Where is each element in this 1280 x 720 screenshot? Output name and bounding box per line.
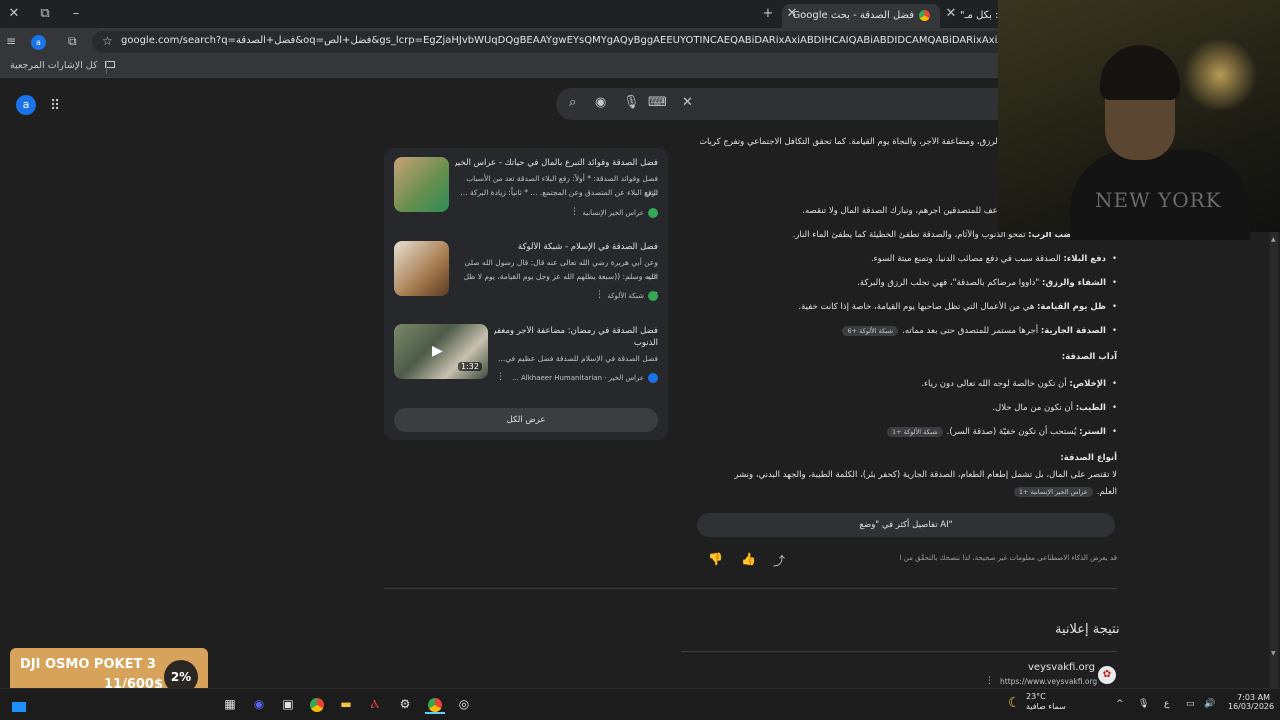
volume-icon[interactable]: 🔊 [1204, 699, 1215, 709]
bullet-adab-1: الإخلاص: أن تكون خالصة لوجه الله تعالى د… [700, 379, 1117, 389]
start-icon[interactable] [12, 702, 26, 712]
bullet-3: الشفاء والرزق: "داووا مرضاكم بالصدقة"، ف… [700, 278, 1117, 288]
adab-heading: آداب الصدقة: [1061, 352, 1117, 362]
tab-close-icon-2[interactable]: ✕ [941, 4, 961, 24]
more-options-icon[interactable]: ⋮ [496, 372, 505, 382]
extensions-icon[interactable]: ⧉ [68, 34, 77, 49]
types-line-1: لا تقتصر على المال، بل تشمل إطعام الطعام… [734, 470, 1117, 480]
file-explorer-icon[interactable]: ▬ [336, 694, 356, 714]
ai-disclaimer: قد يعرض الذكاء الاصطناعي معلومات غير صحي… [900, 554, 1117, 562]
bookmark-star-icon[interactable]: ☆ [102, 34, 113, 48]
apps-grid-icon[interactable]: ⠿ [50, 98, 60, 114]
keyboard-icon[interactable]: ⌨ [648, 95, 667, 110]
search-icon[interactable]: ⌕ [569, 95, 576, 110]
thumbs-up-icon[interactable]: 👍 [741, 552, 756, 566]
bullet-adab-3: الستر: يُستحب أن تكون خفيّة (صدقة السر).… [700, 427, 1117, 437]
share-icon[interactable]: ⤴ [773, 552, 785, 569]
types-line-2: العلم.عراس الخير الإنسانية +1 [700, 487, 1117, 497]
scroll-up-icon[interactable]: ▲ [1271, 236, 1276, 243]
scrollbar-track[interactable] [1270, 232, 1278, 688]
ad-site-name[interactable]: veysvakfi.org [1028, 662, 1095, 673]
donation-goal-title: DJI OSMO POKET 3 [20, 657, 156, 672]
obs-icon[interactable]: ◎ [454, 694, 474, 714]
ad-divider [681, 651, 1117, 652]
more-options-icon[interactable]: ⋮ [595, 290, 604, 300]
webcam-lamp [1180, 40, 1260, 110]
lens-icon[interactable]: ◉ [595, 95, 606, 110]
adobe-icon[interactable]: Ⲁ [365, 694, 385, 714]
citation-chip[interactable]: عراس الخير الإنسانية +1 [1013, 487, 1093, 497]
card-title-3b[interactable]: الذنوب [494, 338, 658, 348]
play-icon[interactable]: ▶ [432, 343, 443, 359]
answer-line-top2: اعف للمتصدقين أجرهم، وتبارك الصدقة المال… [802, 206, 1000, 216]
clear-search-icon[interactable]: ✕ [682, 95, 693, 110]
language-indicator[interactable]: ع [1164, 699, 1169, 709]
thumbs-down-icon[interactable]: 👎 [708, 552, 723, 566]
types-heading: أنواع الصدقة: [1060, 453, 1117, 463]
card-snippet-1b: ترفع البلاء عن المتصدق وعن المجتمع. ... … [460, 188, 658, 197]
card-title-3[interactable]: فضل الصدقة في رمضان: مضاعفة الأجر ومغفرة [494, 326, 658, 336]
video-duration: 1:32 [458, 362, 482, 371]
taskbar [0, 688, 1280, 720]
card-snippet-3: فضل الصدقة في الإسلام للصدقة فضل عظيم في… [498, 354, 658, 363]
ad-site-url[interactable]: https://www.veysvakfi.org [1000, 677, 1097, 686]
restore-icon[interactable]: ⧉ [35, 4, 55, 24]
source-favicon-icon [648, 208, 658, 218]
network-icon[interactable]: ▭ [1186, 699, 1195, 709]
card-source-2[interactable]: شبكة الألوكة [600, 291, 658, 301]
clock[interactable]: 7:03 AM 16/03/2026 [1228, 693, 1274, 711]
card-title-1[interactable]: فضل الصدقة وفوائد التبرع بالمال في حياتك… [455, 158, 658, 168]
steam-icon[interactable]: ⚙ [395, 694, 415, 714]
card-source-1[interactable]: عراس الخير الإنسانية [570, 208, 658, 218]
tab-prev[interactable]: "بكل مـ :oa [960, 4, 1000, 28]
menu-icon[interactable]: ≡ [6, 34, 16, 48]
all-bookmarks-link[interactable]: كل الإشارات المرجعية [10, 60, 115, 71]
source-favicon-icon [648, 373, 658, 383]
bullet-4: ظل يوم القيامة: هي من الأعمال التي تظل ص… [700, 302, 1117, 312]
more-options-icon[interactable]: ⋮ [985, 676, 994, 686]
card-title-2[interactable]: فضل الصدقة في الإسلام - شبكة الألوكة [455, 242, 658, 252]
card-thumbnail-1[interactable] [394, 157, 449, 212]
close-icon[interactable]: ✕ [4, 4, 24, 24]
view-all-button[interactable]: عرض الكل [394, 408, 658, 432]
profile-avatar[interactable]: a [31, 35, 46, 50]
shirt-logo: NEW YORK [1095, 188, 1222, 212]
new-tab-icon[interactable]: + [758, 4, 778, 24]
ad-logo-icon[interactable]: ✿ [1098, 666, 1116, 684]
weather-widget[interactable]: 23°C سماء صافية [1026, 692, 1066, 712]
discord-icon[interactable]: ◉ [249, 694, 269, 714]
minimize-icon[interactable]: – [66, 4, 86, 24]
chrome-icon[interactable] [307, 694, 327, 714]
source-favicon-icon [648, 291, 658, 301]
ai-mode-button[interactable]: تفاصيل أكثر في "وضع AI" [697, 513, 1115, 537]
bookmark-divider [106, 60, 107, 74]
section-divider [384, 588, 1117, 589]
tray-overflow-icon[interactable]: ^ [1116, 699, 1124, 709]
more-options-icon[interactable]: ⋮ [570, 207, 579, 217]
tab-active-title: فضل الصدقة - بحث Google [792, 10, 914, 21]
bullet-5: الصدقة الجارية: أجرها مستمر للمتصدق حتى … [700, 326, 1117, 336]
tab-close-icon[interactable]: ✕ [782, 4, 802, 24]
app-icon[interactable]: ▣ [278, 694, 298, 714]
bullet-adab-2: الطيب: أن تكون من مال حلال. [700, 403, 1117, 413]
scroll-down-icon[interactable]: ▼ [1271, 650, 1276, 657]
ad-heading: نتيجة إعلانية [1055, 622, 1120, 637]
answer-line-top1: الرزق، ومضاعفة الأجر، والنجاة يوم القيام… [700, 137, 1000, 147]
card-thumbnail-2[interactable] [394, 241, 449, 296]
bookmarks-bar [0, 56, 1000, 78]
citation-chip[interactable]: شبكة الألوكة +6 [842, 326, 899, 336]
url-text[interactable]: google.com/search?q=فضل+الصدقة&oq=فضل+ال… [121, 35, 999, 46]
tab-active[interactable]: فضل الصدقة - بحث Google [782, 4, 940, 28]
account-avatar[interactable]: a [16, 95, 36, 115]
microphone-icon[interactable]: 🎙 [623, 95, 640, 110]
card-source-3[interactable]: عراس الخير · Alkhaeer Humanitarian ... [508, 373, 658, 383]
citation-chip[interactable]: شبكة الألوكة +1 [887, 427, 943, 437]
microphone-tray-icon[interactable]: 🎙 [1138, 699, 1149, 709]
weather-moon-icon: ☾ [1008, 695, 1021, 711]
task-view-icon[interactable]: ▦ [220, 694, 240, 714]
bullet-2: دفع البلاء: الصدقة سبب في دفع مصائب الدن… [700, 254, 1117, 264]
chrome-active-icon[interactable] [425, 694, 445, 714]
google-favicon-icon [919, 9, 930, 21]
